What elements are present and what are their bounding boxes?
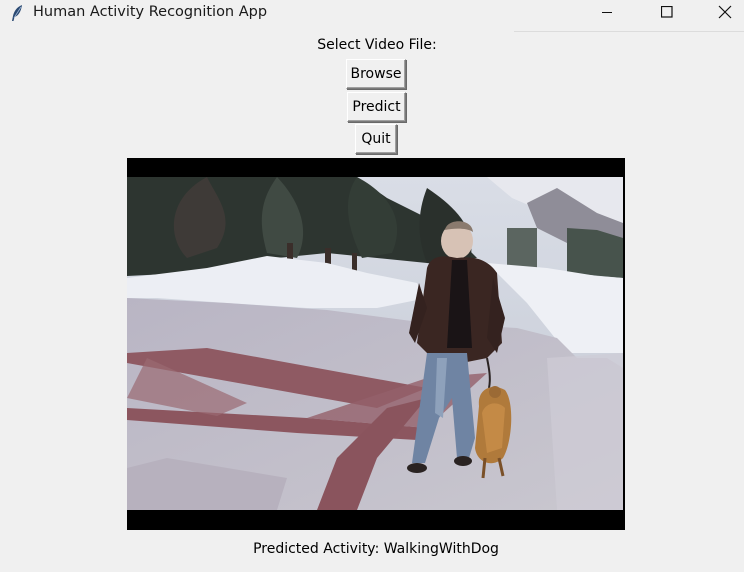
feather-icon: [10, 4, 24, 22]
video-frame-image: [127, 158, 625, 530]
quit-button[interactable]: Quit: [355, 124, 397, 154]
maximize-icon: [660, 5, 673, 22]
maximize-button[interactable]: [644, 0, 690, 27]
close-button[interactable]: [702, 0, 744, 27]
video-preview: [127, 158, 625, 530]
prediction-label: Predicted Activity: WalkingWithDog: [253, 541, 499, 557]
minimize-button[interactable]: [584, 0, 630, 27]
predict-button[interactable]: Predict: [347, 92, 406, 122]
title-bar: Human Activity Recognition App: [0, 0, 744, 27]
title-divider: [514, 31, 744, 32]
window-title: Human Activity Recognition App: [33, 4, 268, 20]
minimize-icon: [601, 6, 613, 22]
browse-button[interactable]: Browse: [346, 59, 406, 89]
select-video-label: Select Video File:: [317, 37, 437, 53]
close-icon: [718, 5, 732, 23]
